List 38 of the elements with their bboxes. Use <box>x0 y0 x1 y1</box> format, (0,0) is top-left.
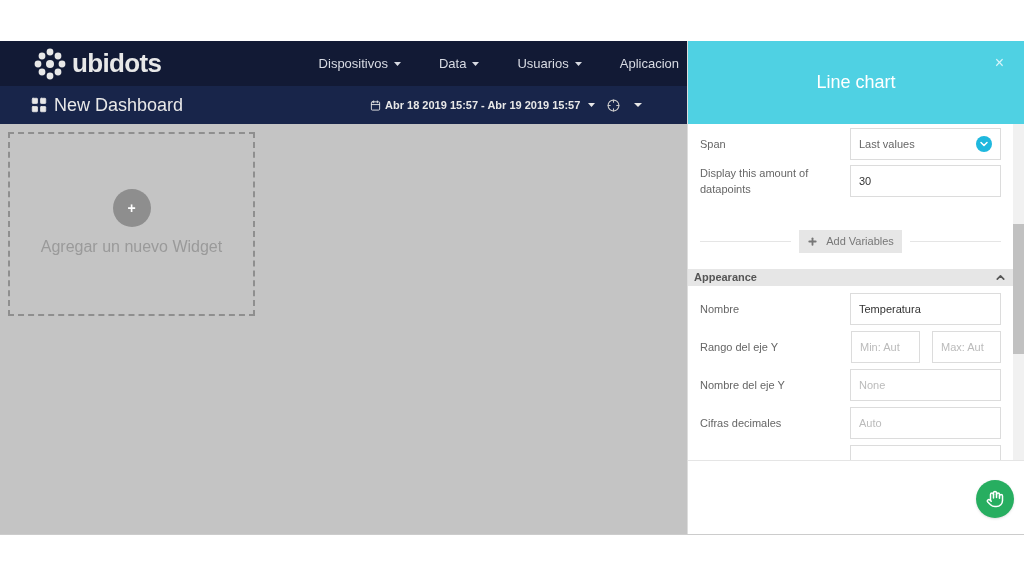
nav-menu-item[interactable]: Data <box>430 53 488 74</box>
input-field[interactable]: Min: Aut <box>851 330 920 363</box>
caret-icon <box>634 103 643 107</box>
add-variables-button[interactable]: Add Variables <box>799 230 902 253</box>
caret-icon <box>472 61 480 66</box>
scrollbar[interactable] <box>1013 124 1024 460</box>
panel-title: Line chart <box>816 71 896 94</box>
caret-icon <box>574 61 582 66</box>
calendar-icon <box>370 99 382 111</box>
field-label: Cifras decimales <box>700 415 783 431</box>
input-field[interactable]: Auto <box>850 406 1001 439</box>
input-field[interactable]: None <box>850 368 1001 401</box>
nav-menu-item[interactable]: Dispositivos <box>310 53 409 74</box>
input-field[interactable]: Temperatura <box>850 292 1001 325</box>
save-button[interactable] <box>976 480 1014 518</box>
plus-icon <box>807 236 819 247</box>
brand-name: ubidots <box>72 47 162 80</box>
dashboard-title: New Dashboard <box>54 93 184 117</box>
field-label: Rango del eje Y <box>700 339 780 355</box>
nav-menu-item[interactable]: Usuarios <box>509 53 590 74</box>
caret-icon <box>393 61 401 66</box>
select-field[interactable]: Last values <box>850 128 1001 160</box>
date-range-picker[interactable]: Abr 18 2019 15:57 - Abr 19 2019 15:57 <box>370 96 596 114</box>
field-label: Span <box>700 137 727 152</box>
field-label: Nombre del eje Y <box>700 377 786 393</box>
add-widget-plus: + <box>112 189 151 227</box>
hand-icon <box>986 490 1004 508</box>
field-label: Display this amount of datapoints <box>700 166 810 197</box>
crosshair-icon <box>607 98 621 112</box>
logo-icon <box>34 47 66 80</box>
input-field[interactable]: 30 <box>850 165 1001 197</box>
nav-menu-item[interactable]: Aplicacion <box>611 53 687 74</box>
chevron-down-icon <box>976 136 992 152</box>
caret-icon <box>588 103 596 107</box>
section-header[interactable]: Appearance <box>688 269 1013 286</box>
input-field[interactable]: Max: Aut <box>932 330 1001 363</box>
dashboard-grid-icon <box>30 96 48 114</box>
field-label: Nombre <box>700 301 741 317</box>
